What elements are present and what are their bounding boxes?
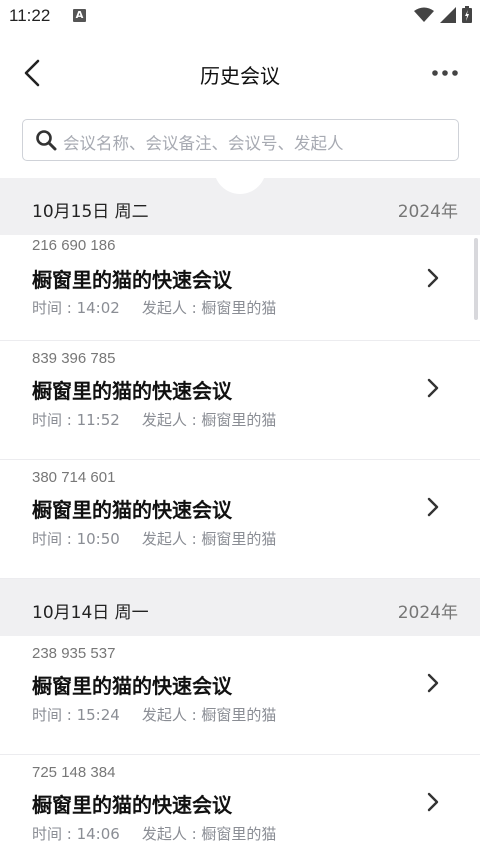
meeting-id: 238 935 537 bbox=[32, 645, 116, 662]
cellular-signal-icon bbox=[440, 6, 456, 23]
section-year: 2024年 bbox=[397, 603, 458, 623]
meeting-list-item[interactable]: 216 690 186 橱窗里的猫的快速会议 时间 : 14:02 发起人 : 橱… bbox=[0, 235, 480, 341]
meeting-id: 216 690 186 bbox=[32, 237, 116, 254]
meeting-host: 发起人 : 橱窗里的猫 bbox=[141, 411, 277, 429]
chevron-right-icon bbox=[427, 268, 439, 288]
search-icon bbox=[36, 130, 57, 151]
chevron-right-icon bbox=[427, 673, 439, 693]
meeting-time: 时间 : 14:02 bbox=[32, 299, 120, 317]
meeting-host: 发起人 : 橱窗里的猫 bbox=[141, 825, 277, 843]
meeting-list-item[interactable]: 725 148 384 橱窗里的猫的快速会议 时间 : 14:06 发起人 : 橱… bbox=[0, 755, 480, 853]
system-icons bbox=[414, 6, 472, 23]
scrollbar[interactable] bbox=[474, 238, 478, 320]
meeting-id: 839 396 785 bbox=[32, 350, 116, 367]
status-bar: 11:22 A bbox=[0, 0, 480, 32]
search-input[interactable]: 会议名称、会议备注、会议号、发起人 bbox=[22, 119, 459, 161]
meeting-list-item[interactable]: 380 714 601 橱窗里的猫的快速会议 时间 : 10:50 发起人 : 橱… bbox=[0, 460, 480, 579]
date-section-header: 10月14日 周一 2024年 bbox=[0, 579, 480, 636]
more-options-button[interactable] bbox=[430, 60, 460, 86]
meeting-list-item[interactable]: 238 935 537 橱窗里的猫的快速会议 时间 : 15:24 发起人 : 橱… bbox=[0, 636, 480, 755]
meeting-name: 橱窗里的猫的快速会议 bbox=[32, 674, 232, 698]
battery-icon bbox=[462, 6, 472, 23]
top-navigation-bar: 历史会议 bbox=[0, 44, 480, 102]
status-time: 11:22 bbox=[9, 6, 51, 25]
meeting-time: 时间 : 10:50 bbox=[32, 530, 120, 548]
meeting-name: 橱窗里的猫的快速会议 bbox=[32, 268, 232, 292]
chevron-right-icon bbox=[427, 792, 439, 812]
page-title: 历史会议 bbox=[200, 64, 280, 88]
meeting-list-item[interactable]: 839 396 785 橱窗里的猫的快速会议 时间 : 11:52 发起人 : 橱… bbox=[0, 341, 480, 460]
notification-a-icon: A bbox=[73, 9, 86, 22]
meeting-history-list: 10月15日 周二 2024年 216 690 186 橱窗里的猫的快速会议 时… bbox=[0, 178, 480, 853]
chevron-right-icon bbox=[427, 497, 439, 517]
wifi-icon bbox=[414, 7, 434, 22]
section-date: 10月14日 周一 bbox=[32, 603, 149, 623]
section-year: 2024年 bbox=[397, 202, 458, 222]
meeting-name: 橱窗里的猫的快速会议 bbox=[32, 793, 232, 817]
meeting-time: 时间 : 11:52 bbox=[32, 411, 120, 429]
more-dots-icon bbox=[432, 70, 458, 76]
search-placeholder: 会议名称、会议备注、会议号、发起人 bbox=[63, 134, 344, 153]
section-date: 10月15日 周二 bbox=[32, 202, 149, 222]
meeting-id: 380 714 601 bbox=[32, 469, 116, 486]
meeting-name: 橱窗里的猫的快速会议 bbox=[32, 379, 232, 403]
meeting-host: 发起人 : 橱窗里的猫 bbox=[141, 706, 277, 724]
meeting-id: 725 148 384 bbox=[32, 764, 116, 781]
meeting-name: 橱窗里的猫的快速会议 bbox=[32, 498, 232, 522]
chevron-right-icon bbox=[427, 378, 439, 398]
meeting-host: 发起人 : 橱窗里的猫 bbox=[141, 299, 277, 317]
meeting-time: 时间 : 15:24 bbox=[32, 706, 120, 724]
meeting-time: 时间 : 14:06 bbox=[32, 825, 120, 843]
meeting-host: 发起人 : 橱窗里的猫 bbox=[141, 530, 277, 548]
